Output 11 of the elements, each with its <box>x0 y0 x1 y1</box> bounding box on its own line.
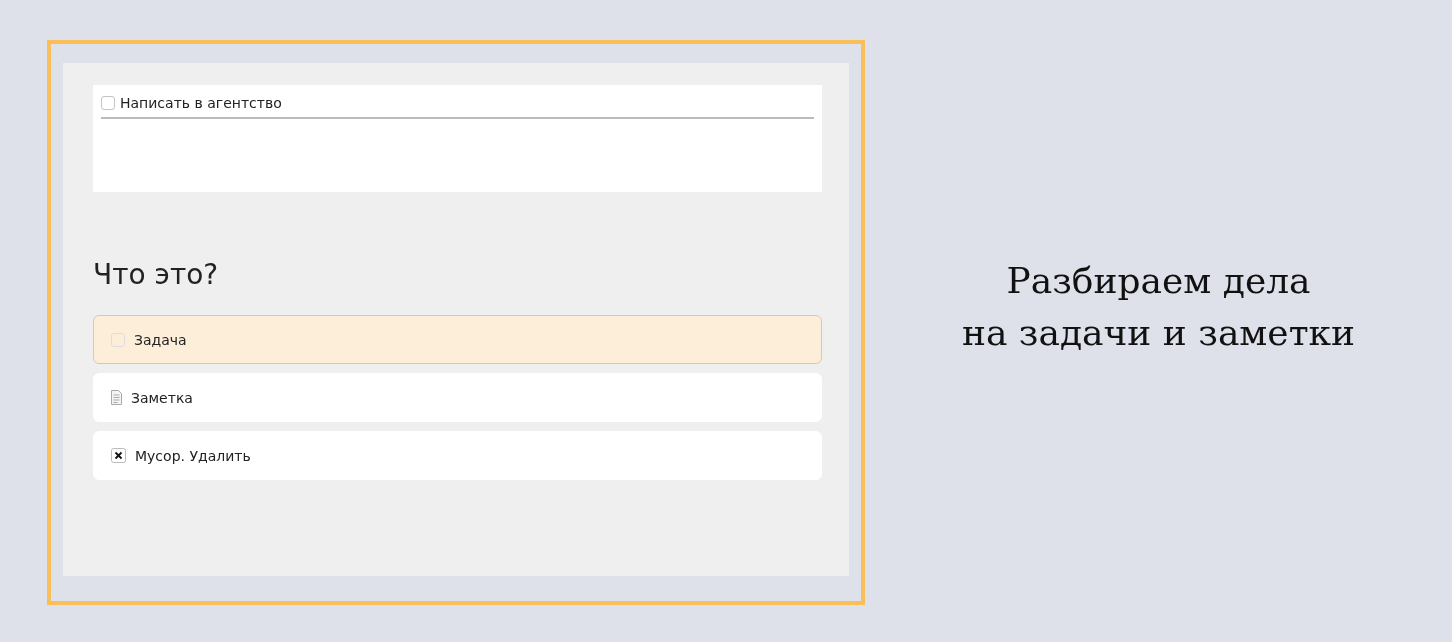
checkbox[interactable] <box>101 96 115 110</box>
question-heading: Что это? <box>93 258 220 291</box>
document-icon <box>111 390 122 405</box>
close-icon <box>111 448 126 463</box>
caption-line: на задачи и заметки <box>961 311 1356 356</box>
checkbox <box>111 332 125 347</box>
option-button[interactable]: Задача <box>93 315 822 364</box>
caption-line: Разбираем дела <box>1006 259 1311 303</box>
task-title: Написать в агентство <box>120 95 282 111</box>
option-button[interactable]: Заметка <box>93 373 822 422</box>
option-button[interactable]: Мусор. Удалить <box>93 431 822 480</box>
